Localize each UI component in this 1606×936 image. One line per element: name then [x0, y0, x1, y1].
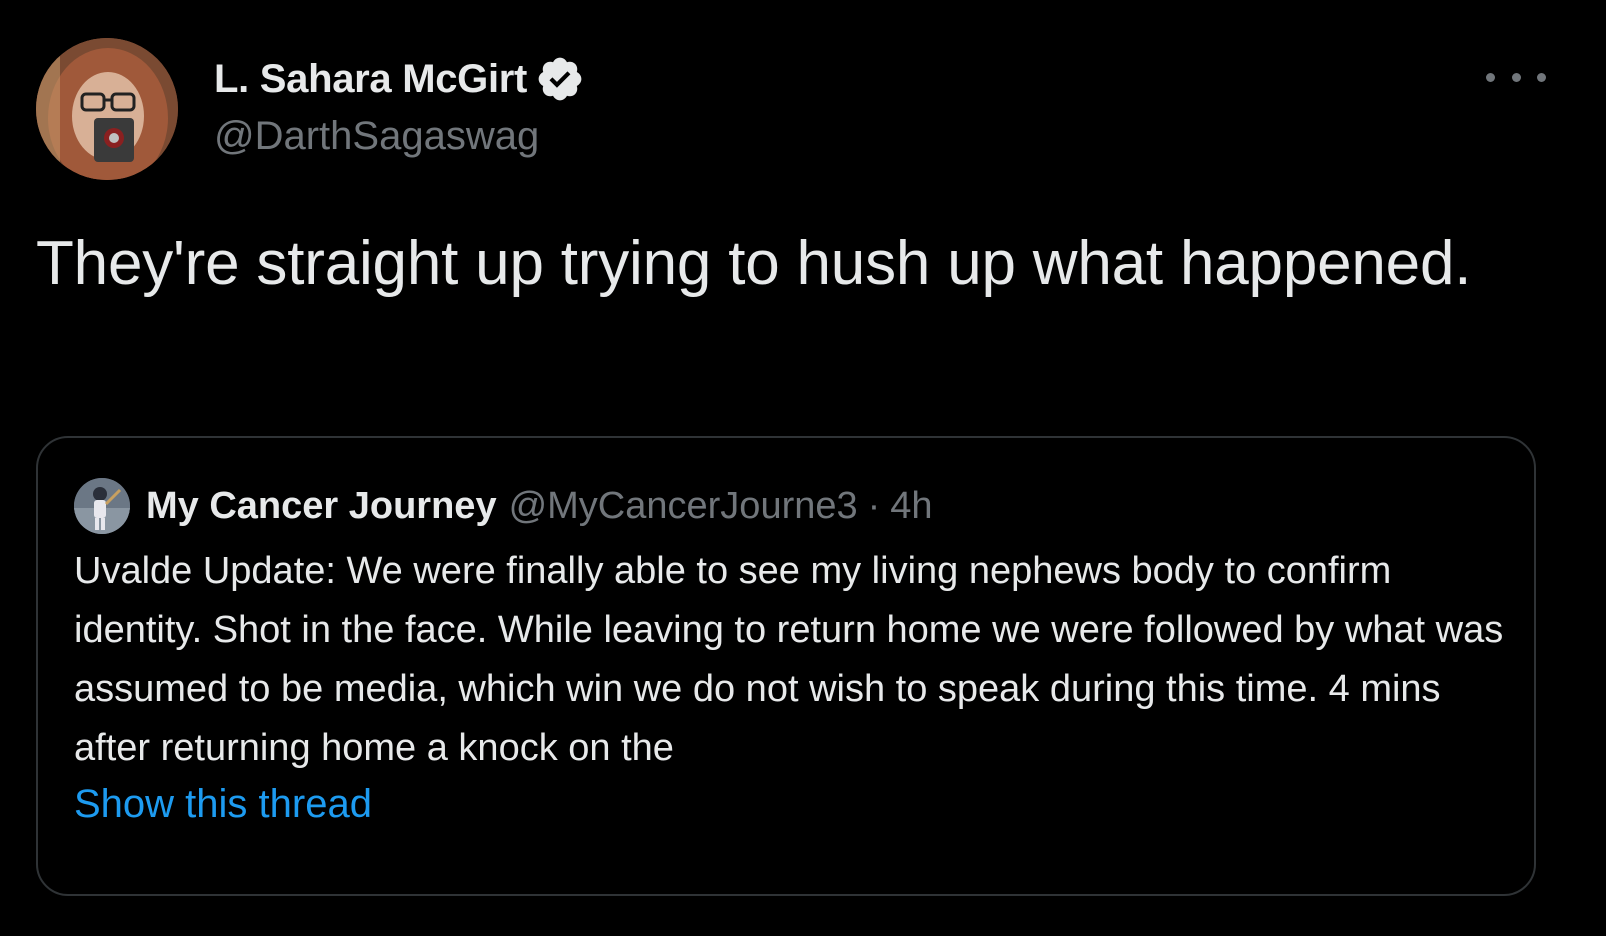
more-horizontal-icon[interactable] [1486, 62, 1546, 92]
quoted-author-name[interactable]: My Cancer Journey [146, 485, 497, 528]
quoted-tweet-header: My Cancer Journey @MyCancerJourne3 · 4h [74, 478, 933, 534]
baseball-player-avatar-icon [74, 478, 130, 534]
tweet-text: They're straight up trying to hush up wh… [36, 229, 1472, 298]
dot [1537, 72, 1546, 82]
quoted-tweet-text: Uvalde Update: We were finally able to s… [74, 550, 1504, 769]
quoted-author-avatar[interactable] [74, 478, 130, 534]
separator-dot: · [867, 484, 881, 527]
show-thread-link[interactable]: Show this thread [74, 782, 372, 827]
dot [1511, 72, 1521, 82]
author-avatar[interactable] [36, 38, 178, 180]
author-handle[interactable]: @DarthSagaswag [214, 114, 539, 159]
user-avatar-photo-icon [36, 38, 178, 180]
quoted-author-handle[interactable]: @MyCancerJourne3 [509, 485, 858, 528]
quoted-tweet-time[interactable]: 4h [890, 485, 932, 528]
dot [1486, 72, 1495, 82]
author-name-row[interactable]: L. Sahara McGirt [214, 54, 585, 104]
quoted-tweet-card[interactable]: My Cancer Journey @MyCancerJourne3 · 4h … [36, 436, 1536, 896]
verified-badge-icon [535, 54, 585, 104]
tweet: L. Sahara McGirt @DarthSagaswag They're … [0, 0, 1606, 936]
author-name[interactable]: L. Sahara McGirt [214, 57, 527, 102]
